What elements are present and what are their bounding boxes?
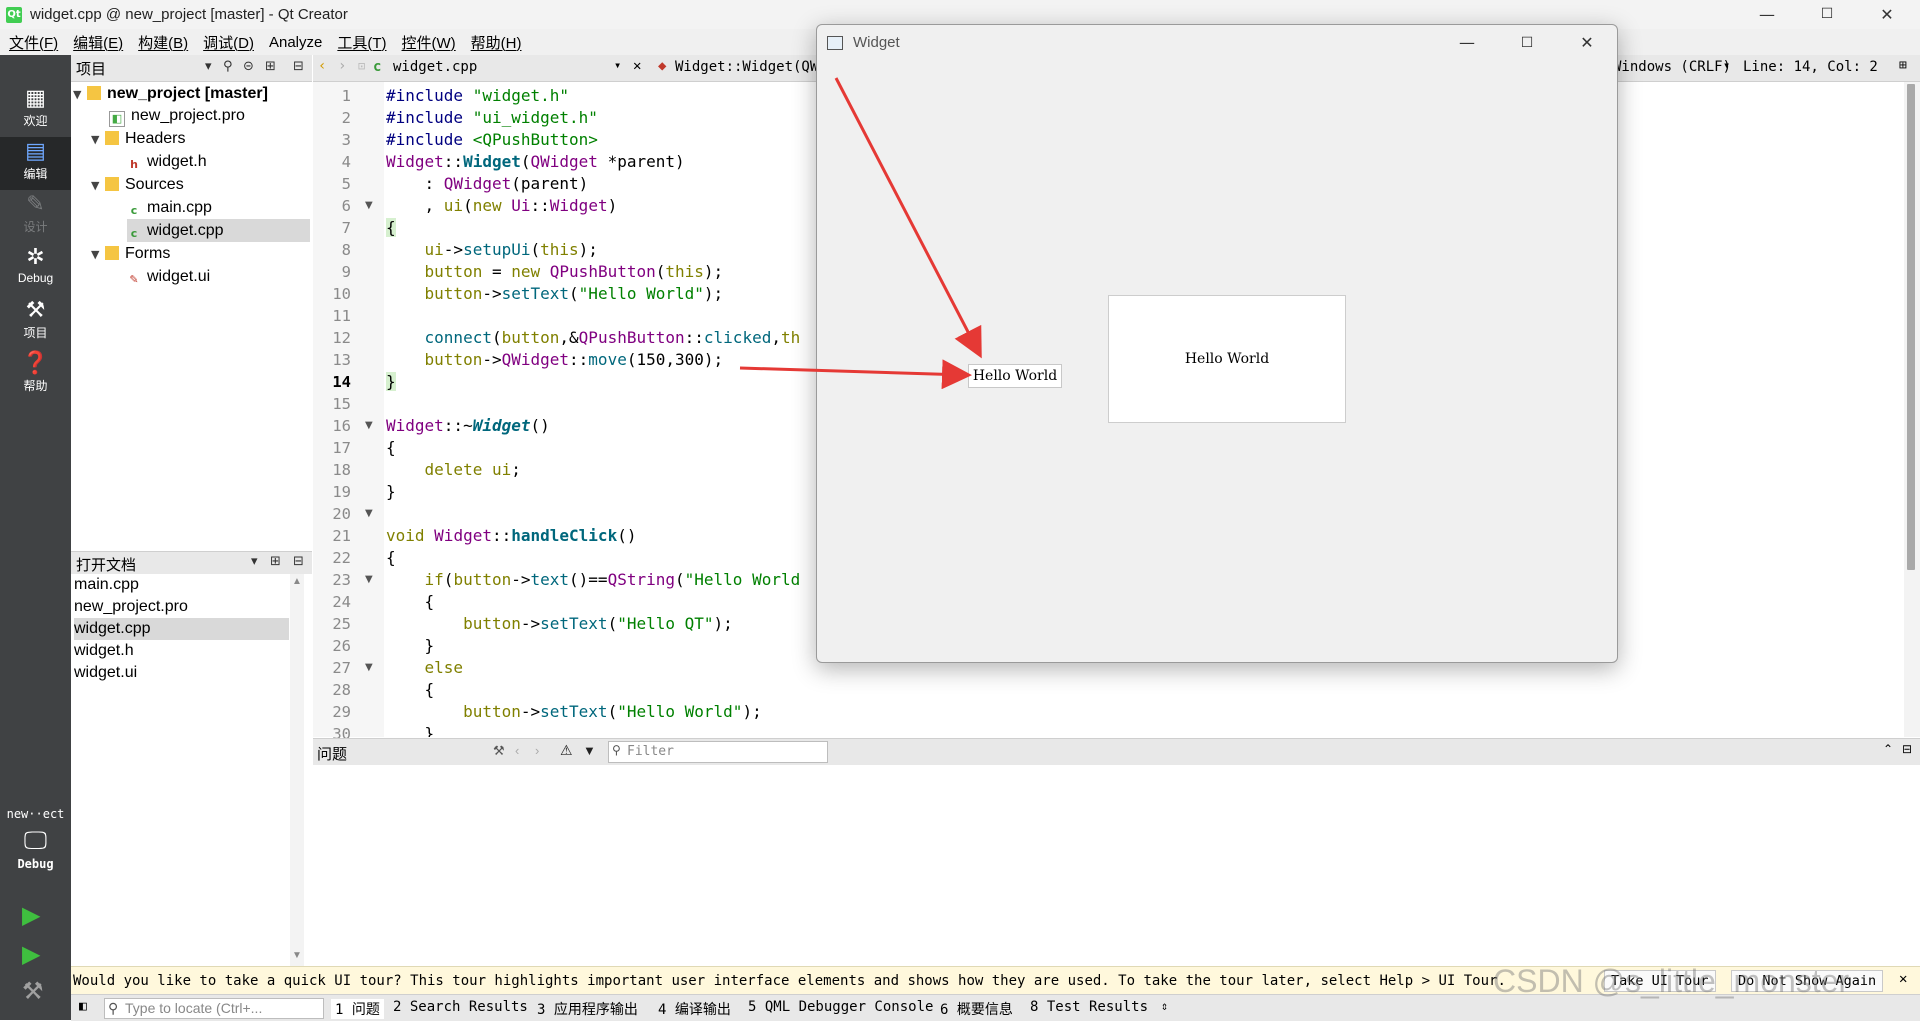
annotation-arrow <box>834 77 982 359</box>
annotation-arrows <box>739 77 982 390</box>
annotation-arrow <box>739 359 972 390</box>
watermark: CSDN @s_little_monster <box>1493 963 1850 999</box>
